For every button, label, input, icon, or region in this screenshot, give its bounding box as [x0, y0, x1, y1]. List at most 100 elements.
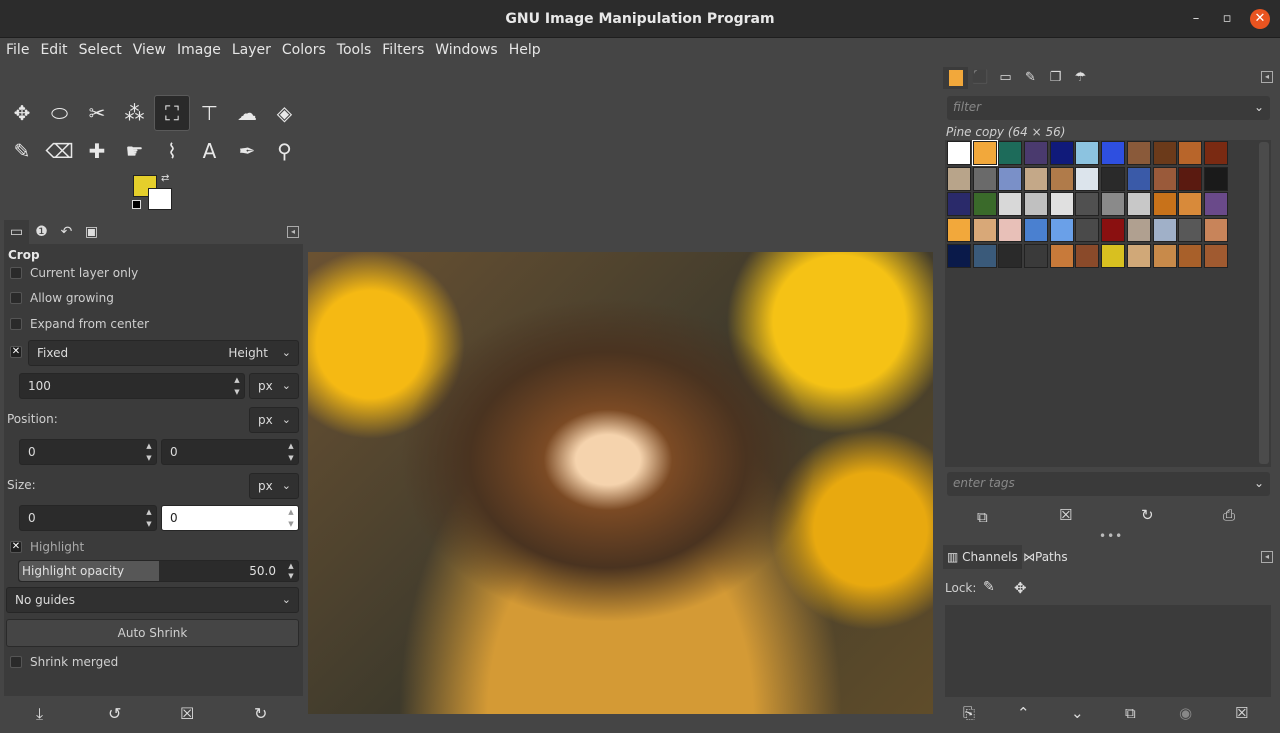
- gradients-tab-icon[interactable]: ☂: [1068, 67, 1093, 89]
- pattern-swatch[interactable]: [1178, 192, 1203, 217]
- scissors-icon[interactable]: ✂: [79, 95, 115, 131]
- pattern-swatch[interactable]: [1178, 141, 1203, 165]
- panel-menu-icon[interactable]: ◂: [1261, 551, 1273, 563]
- pattern-swatch[interactable]: [971, 140, 998, 166]
- color-picker-icon[interactable]: ✒: [229, 133, 265, 169]
- pattern-swatch[interactable]: [998, 192, 1023, 217]
- pattern-swatch[interactable]: [1024, 141, 1049, 165]
- lock-pixels-icon[interactable]: ✎: [983, 579, 995, 595]
- pattern-filter-input[interactable]: filter ⌄: [947, 96, 1270, 120]
- pattern-swatch[interactable]: [998, 243, 1023, 268]
- size-unit-dropdown[interactable]: px ⌄: [249, 473, 299, 499]
- menu-view[interactable]: View: [127, 38, 171, 58]
- pattern-swatch[interactable]: [1024, 218, 1049, 243]
- channel-to-selection-icon[interactable]: ◉: [1179, 704, 1192, 722]
- pattern-swatch[interactable]: [1178, 243, 1203, 268]
- pattern-swatch[interactable]: [1024, 166, 1049, 191]
- expand-from-center-option[interactable]: Expand from center: [10, 317, 149, 331]
- pattern-swatch[interactable]: [1049, 166, 1074, 191]
- paintbrush-icon[interactable]: ✎: [4, 133, 40, 169]
- image-canvas[interactable]: [308, 252, 933, 714]
- new-channel-icon[interactable]: ⎘: [963, 704, 975, 722]
- pattern-swatch[interactable]: [1049, 141, 1074, 165]
- menu-windows[interactable]: Windows: [429, 38, 503, 58]
- lower-channel-icon[interactable]: ⌄: [1071, 704, 1084, 722]
- spin-buttons-icon[interactable]: ▲ ▼: [142, 506, 156, 530]
- menu-file[interactable]: File: [0, 38, 34, 58]
- device-status-tab-icon[interactable]: ❶: [29, 220, 54, 244]
- highlight-option[interactable]: ✕ Highlight: [10, 540, 84, 554]
- reset-options-icon[interactable]: ↻: [254, 704, 267, 723]
- pattern-swatch[interactable]: [1152, 141, 1177, 165]
- menu-filters[interactable]: Filters: [376, 38, 429, 58]
- pattern-swatch[interactable]: [1152, 166, 1177, 191]
- guides-dropdown[interactable]: No guides ⌄: [6, 587, 299, 613]
- paths-tool-icon[interactable]: ⌇: [154, 133, 190, 169]
- save-options-icon[interactable]: ⤓: [36, 704, 43, 724]
- open-pattern-as-image-icon[interactable]: ⧉: [977, 508, 988, 526]
- pattern-swatch[interactable]: [947, 218, 971, 243]
- pattern-swatch[interactable]: [947, 166, 971, 191]
- pattern-swatch[interactable]: [1203, 218, 1228, 243]
- pattern-swatch[interactable]: [1126, 166, 1151, 191]
- panel-menu-icon[interactable]: ◂: [1261, 71, 1273, 83]
- spin-buttons-icon[interactable]: ▲ ▼: [142, 440, 156, 464]
- spin-buttons-icon[interactable]: ▲ ▼: [284, 440, 298, 464]
- fixed-option[interactable]: ✕: [10, 346, 30, 358]
- highlight-opacity-slider[interactable]: Highlight opacity 50.0 ▲ ▼: [18, 560, 299, 582]
- brushes-tab-icon[interactable]: ⬛: [968, 67, 993, 89]
- pattern-swatch[interactable]: [1152, 218, 1177, 243]
- pattern-swatch[interactable]: [1075, 166, 1100, 191]
- size-width-input[interactable]: 0 ▲ ▼: [19, 505, 157, 531]
- pattern-swatch[interactable]: [1126, 141, 1151, 165]
- smudge-icon[interactable]: ☛: [117, 133, 153, 169]
- ellipse-select-icon[interactable]: ⬭: [42, 95, 78, 131]
- delete-pattern-icon[interactable]: ☒: [1059, 506, 1072, 524]
- menu-colors[interactable]: Colors: [276, 38, 331, 58]
- tool-presets-tab-icon[interactable]: ❐: [1043, 67, 1068, 89]
- menu-layer[interactable]: Layer: [226, 38, 276, 58]
- pattern-swatch[interactable]: [1101, 166, 1126, 191]
- pattern-swatch[interactable]: [1101, 192, 1126, 217]
- default-colors-icon[interactable]: [132, 200, 141, 209]
- raise-channel-icon[interactable]: ⌃: [1017, 704, 1030, 722]
- warp-transform-icon[interactable]: ☁: [229, 95, 265, 131]
- menu-help[interactable]: Help: [503, 38, 546, 58]
- auto-shrink-button[interactable]: Auto Shrink: [6, 619, 299, 647]
- menu-edit[interactable]: Edit: [34, 38, 72, 58]
- delete-channel-icon[interactable]: ☒: [1235, 704, 1248, 722]
- background-color-swatch[interactable]: [148, 188, 172, 210]
- pattern-swatch[interactable]: [1075, 141, 1100, 165]
- pattern-swatch[interactable]: [947, 141, 971, 165]
- highlight-checkbox[interactable]: ✕: [10, 541, 22, 553]
- spin-buttons-icon[interactable]: ▲ ▼: [284, 561, 298, 581]
- size-height-input[interactable]: 0 ▲ ▼: [161, 505, 299, 531]
- close-button[interactable]: ✕: [1250, 9, 1270, 29]
- pattern-swatch[interactable]: [947, 192, 971, 217]
- spin-buttons-icon[interactable]: ▲ ▼: [284, 506, 298, 530]
- pattern-swatch[interactable]: [998, 141, 1023, 165]
- pattern-swatch[interactable]: [1024, 243, 1049, 268]
- allow-growing-checkbox[interactable]: [10, 292, 22, 304]
- maximize-button[interactable]: ▫: [1217, 9, 1237, 29]
- pattern-swatch[interactable]: [1101, 243, 1126, 268]
- paint-dynamics-tab-icon[interactable]: ✎: [1018, 67, 1043, 89]
- pattern-swatch[interactable]: [972, 218, 997, 243]
- shrink-merged-checkbox[interactable]: [10, 656, 22, 668]
- pattern-edit-icon[interactable]: ⎙: [1223, 506, 1235, 524]
- pattern-swatch[interactable]: [947, 243, 971, 268]
- pattern-swatch[interactable]: [1126, 192, 1151, 217]
- tab-channels[interactable]: ▥ Channels: [943, 545, 1022, 569]
- pattern-swatch[interactable]: [1075, 192, 1100, 217]
- pattern-swatch[interactable]: [1152, 192, 1177, 217]
- pattern-swatch[interactable]: [1101, 218, 1126, 243]
- move-tool-icon[interactable]: ✥: [4, 95, 40, 131]
- pattern-swatch[interactable]: [1178, 166, 1203, 191]
- pattern-swatch[interactable]: [1126, 218, 1151, 243]
- pattern-swatch[interactable]: [1203, 166, 1228, 191]
- pattern-swatch[interactable]: [1203, 141, 1228, 165]
- eraser-icon[interactable]: ⌫: [42, 133, 78, 169]
- current-layer-only-option[interactable]: Current layer only: [10, 266, 138, 280]
- refresh-patterns-icon[interactable]: ↻: [1141, 506, 1154, 524]
- restore-options-icon[interactable]: ↺: [108, 704, 121, 723]
